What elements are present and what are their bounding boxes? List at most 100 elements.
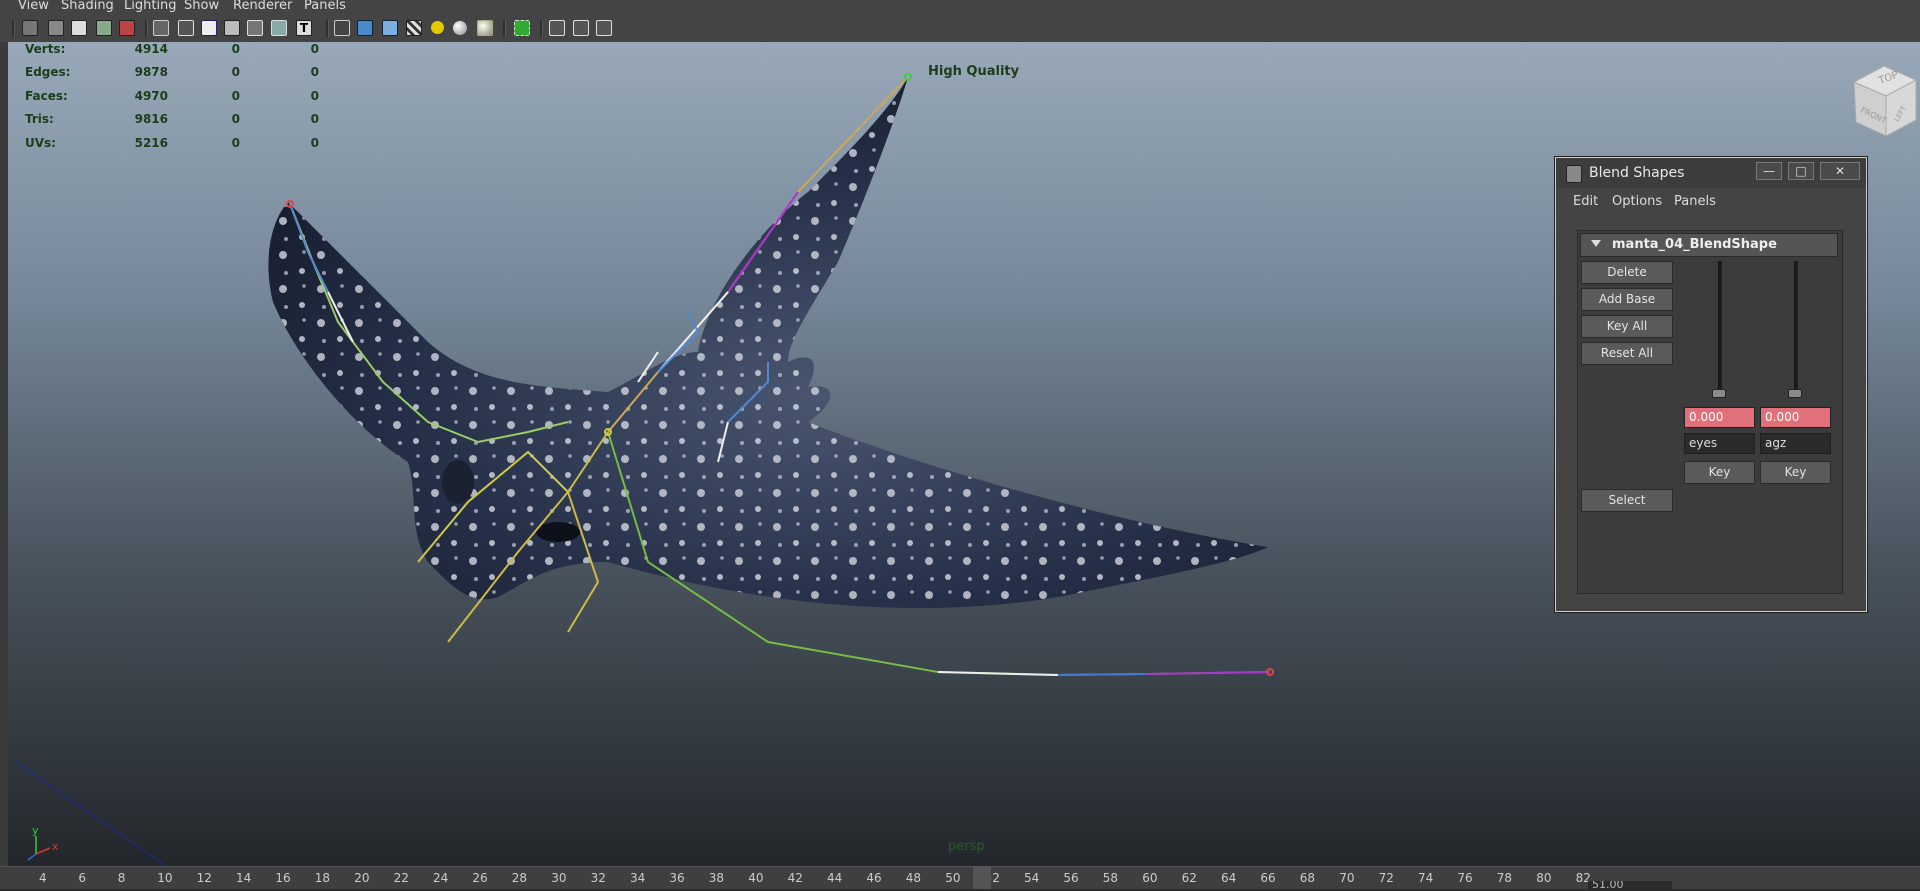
eyes-slider-handle[interactable] [1712,389,1726,398]
timeline-tick-label: 24 [433,871,449,885]
xray-icon[interactable] [224,20,240,36]
default-material-icon[interactable] [201,20,217,36]
grid-line [16,762,167,866]
menu-renderer[interactable]: Renderer [233,0,292,13]
share-icon[interactable] [596,20,612,36]
timeline-tick-label: 54 [1024,871,1040,885]
timeline-tick-label: 46 [866,871,882,885]
axis-x-label: x [52,840,59,853]
manta-gill [442,460,474,504]
agz-slider-handle[interactable] [1788,389,1802,398]
bookmark-icon[interactable] [71,20,87,36]
add-base-button[interactable]: Add Base [1581,288,1673,311]
timeline-tick-label: 68 [1299,871,1316,885]
eyes-weight-field[interactable]: 0.000 [1684,407,1755,428]
timeline-tick-label: 28 [511,871,528,885]
timeline-tick-label: 26 [472,871,488,885]
maximize-button[interactable]: □ [1788,162,1814,180]
timeline-tick-label: 40 [748,871,764,885]
menu-lighting[interactable]: Lighting [124,0,177,13]
menu-show[interactable]: Show [184,0,219,13]
reset-all-button[interactable]: Reset All [1581,342,1673,365]
text-icon[interactable]: T [296,20,312,36]
timeline-tick-label: 56 [1063,871,1079,885]
menu-shading[interactable]: Shading [61,0,114,13]
select-highlight-icon[interactable] [514,20,530,36]
toolbar-separator [145,20,148,37]
menu-view[interactable]: View [18,0,49,13]
eyes-key-button[interactable]: Key [1684,461,1755,484]
sphere-icon[interactable] [431,21,444,34]
manta-spots [268,77,1268,609]
timeline-tick-label: 6 [78,871,87,885]
current-time-marker[interactable] [973,867,991,889]
agz-target-name[interactable]: agz [1760,433,1831,454]
close-button[interactable]: ✕ [1820,162,1860,180]
timeline-tick-label: 44 [827,871,843,885]
axis-x-line [35,847,51,855]
view-cube[interactable]: TOP FRONT LEFT [1844,60,1920,156]
blend-shapes-titlebar[interactable]: Blend Shapes — □ ✕ [1556,158,1866,188]
axis-z-line [27,853,37,861]
current-time-field[interactable]: 51.00 [1588,881,1672,891]
right-wing-tip-joints [1147,671,1271,675]
menu-panels[interactable]: Panels [1674,194,1716,209]
minimize-button[interactable]: — [1756,162,1782,180]
lit-sphere-icon[interactable] [453,21,467,35]
axis-gizmo: y x [16,762,167,866]
toolbar-separator [12,20,15,37]
agz-weight-field[interactable]: 0.000 [1760,407,1831,428]
camera-icon[interactable] [22,20,38,36]
2d-pan-icon[interactable] [119,20,135,36]
timeline-tick-label: 70 [1339,871,1355,885]
timeline-tick-label: 12 [196,871,212,885]
timeline-tick-label: 34 [630,871,646,885]
camera-name-label: persp [948,839,985,854]
isolate-icon[interactable] [334,20,350,36]
timeline-tick-label: 30 [551,871,567,885]
manta-body[interactable] [268,77,1268,609]
agz-weight-slider[interactable] [1794,261,1798,396]
timeline-tick-label: 32 [590,871,606,885]
light-icon[interactable] [271,20,287,36]
smooth-shade-icon[interactable] [178,20,194,36]
eyes-target-name[interactable]: eyes [1684,433,1755,454]
menu-panels[interactable]: Panels [304,0,346,13]
key-all-button[interactable]: Key All [1581,315,1673,338]
select-button[interactable]: Select [1581,489,1673,512]
camera-attr-icon[interactable] [48,20,64,36]
timeline-tick-label: 16 [275,871,291,885]
delete-button[interactable]: Delete [1581,261,1673,284]
image-plane-icon[interactable] [96,20,112,36]
right-wing-mid-joints [937,671,1059,676]
resize-icon[interactable] [573,20,589,36]
timeline-tick-label: 66 [1260,871,1276,885]
menu-edit[interactable]: Edit [1573,194,1598,209]
timeline-tick-label: 50 [945,871,961,885]
maya-window-icon [1566,165,1582,183]
viewport-left-border [0,42,8,866]
shaded-box-icon[interactable] [357,20,373,36]
blend-shape-node-name: manta_04_BlendShape [1612,237,1777,252]
timeline-tick-label: 10 [157,871,173,885]
timeline-tick-label: 60 [1142,871,1158,885]
eyes-weight-slider[interactable] [1718,261,1722,396]
blend-shapes-menubar: Edit Options Panels [1556,188,1866,216]
timeline-tick-label: 72 [1378,871,1394,885]
viewport-toolbar: T [0,14,1920,43]
time-slider[interactable]: 4 6 8 10 12 14 16 18 20 22 24 26 28 30 32 34 36 38 40 42 44 4… [0,866,1920,891]
cube-icon[interactable] [549,20,565,36]
checker-icon[interactable] [406,20,422,36]
timeline-tick-label: 48 [905,871,922,885]
agz-key-button[interactable]: Key [1760,461,1831,484]
menu-options[interactable]: Options [1612,194,1662,209]
blend-shapes-window: Blend Shapes — □ ✕ Edit Options Panels m… [1555,157,1867,612]
wireframe-icon[interactable] [153,20,169,36]
toolbar-separator [326,20,329,37]
texture-icon[interactable] [247,20,263,36]
textured-box-icon[interactable] [382,20,398,36]
timeline-tick-label: 78 [1496,871,1513,885]
collapse-triangle-icon[interactable] [1591,240,1601,247]
lit-sphere-box-icon[interactable] [477,20,493,36]
blend-shape-node-header[interactable]: manta_04_BlendShape [1580,233,1838,257]
